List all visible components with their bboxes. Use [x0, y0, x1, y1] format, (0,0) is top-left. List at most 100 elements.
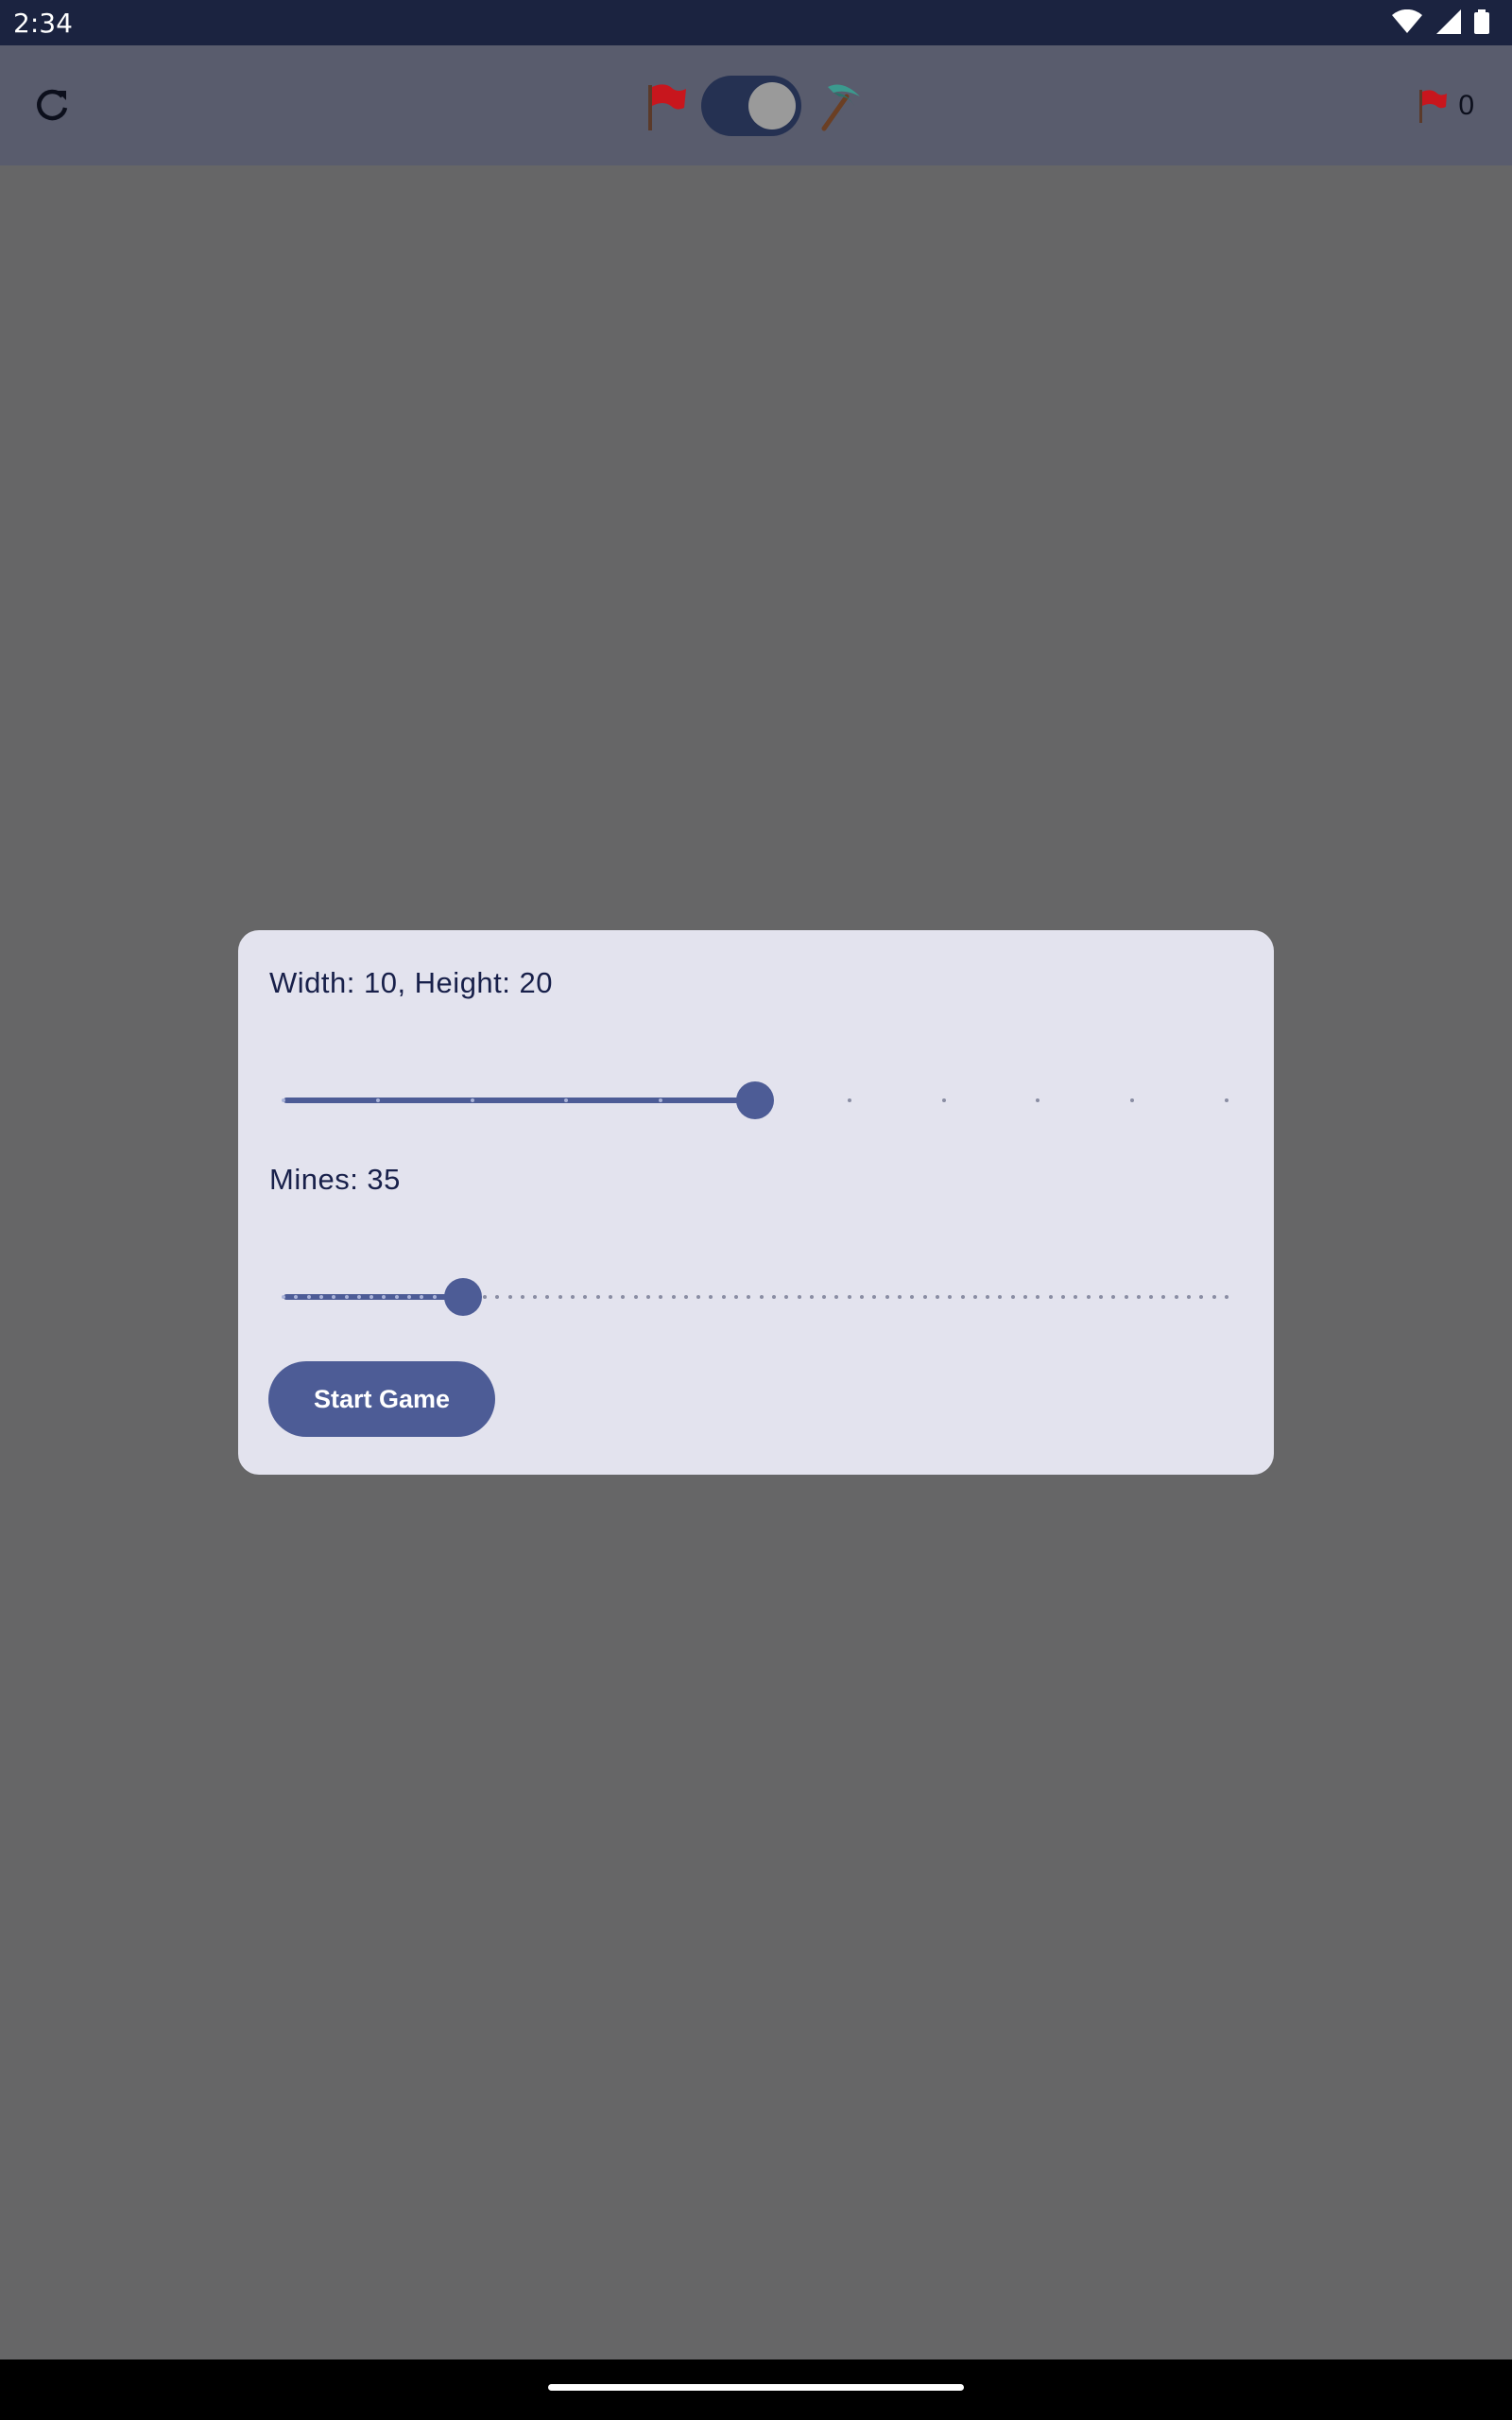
slider-tick — [671, 1295, 676, 1299]
slider-tick — [1023, 1295, 1028, 1299]
flag-count: 0 — [1458, 90, 1474, 121]
slider-tick — [369, 1295, 374, 1299]
slider-tick — [1010, 1295, 1015, 1299]
slider-tick — [1161, 1295, 1166, 1299]
slider-tick — [356, 1295, 361, 1299]
slider-tick — [683, 1295, 688, 1299]
cellular-signal-icon — [1436, 9, 1461, 34]
slider-tick — [998, 1295, 1003, 1299]
slider-tick — [910, 1295, 915, 1299]
flag-icon — [1419, 90, 1448, 123]
slider-tick — [482, 1295, 487, 1299]
slider-tick — [318, 1295, 323, 1299]
navigation-bar — [0, 2360, 1512, 2420]
slider-tick — [571, 1295, 576, 1299]
slider-tick — [432, 1295, 437, 1299]
mines-label: Mines: 35 — [269, 1163, 401, 1196]
slider-tick — [759, 1295, 764, 1299]
new-game-dialog: Width: 10, Height: 20 Mines: 35 Start Ga… — [238, 930, 1274, 1475]
slider-tick — [1098, 1295, 1103, 1299]
slider-tick — [1136, 1295, 1141, 1299]
size-slider[interactable] — [282, 1081, 1228, 1119]
slider-tick — [520, 1295, 524, 1299]
slider-tick — [595, 1295, 600, 1299]
slider-tick — [407, 1295, 412, 1299]
slider-tick — [1174, 1295, 1178, 1299]
slider-tick — [834, 1295, 839, 1299]
slider-tick — [872, 1295, 877, 1299]
slider-tick — [1225, 1295, 1228, 1299]
slider-tick — [583, 1295, 588, 1299]
slider-tick — [659, 1098, 663, 1102]
slider-tick — [696, 1295, 701, 1299]
slider-tick — [375, 1098, 380, 1102]
slider-tick — [306, 1295, 311, 1299]
battery-icon — [1474, 9, 1489, 34]
slider-tick — [1036, 1295, 1040, 1299]
slider-tick — [922, 1295, 927, 1299]
slider-tick — [847, 1295, 851, 1299]
slider-tick — [709, 1295, 713, 1299]
home-handle[interactable] — [548, 2384, 964, 2391]
slider-tick — [545, 1295, 550, 1299]
slider-tick — [1086, 1295, 1091, 1299]
mines-slider[interactable] — [282, 1278, 1228, 1316]
toggle-knob — [748, 82, 796, 130]
slider-tick — [1111, 1295, 1116, 1299]
slider-tick — [1124, 1295, 1128, 1299]
slider-tick — [948, 1295, 953, 1299]
slider-tick — [1130, 1098, 1135, 1102]
app-bar: 0 — [0, 45, 1512, 165]
slider-tick — [822, 1295, 827, 1299]
slider-tick — [972, 1295, 977, 1299]
start-game-button[interactable]: Start Game — [268, 1361, 495, 1437]
mode-toggle[interactable] — [701, 76, 801, 136]
slider-tick — [332, 1295, 336, 1299]
slider-tick — [1199, 1295, 1204, 1299]
restart-button[interactable] — [26, 79, 79, 132]
slider-thumb[interactable] — [443, 1278, 482, 1316]
slider-tick — [382, 1295, 387, 1299]
slider-tick — [495, 1295, 500, 1299]
slider-active-track — [284, 1098, 755, 1103]
slider-tick — [935, 1295, 939, 1299]
flag-counter: 0 — [1415, 87, 1474, 125]
slider-tick — [394, 1295, 399, 1299]
mode-selector — [641, 76, 864, 136]
flag-icon — [648, 84, 686, 130]
slider-tick — [507, 1295, 512, 1299]
slider-tick — [1074, 1295, 1078, 1299]
slider-tick — [1048, 1295, 1053, 1299]
slider-tick — [558, 1295, 562, 1299]
wifi-icon — [1392, 9, 1422, 33]
slider-tick — [470, 1098, 474, 1102]
slider-tick — [420, 1295, 424, 1299]
slider-tick — [784, 1295, 789, 1299]
slider-tick — [747, 1295, 751, 1299]
slider-tick — [1149, 1295, 1154, 1299]
slider-tick — [885, 1295, 889, 1299]
slider-tick — [1187, 1295, 1192, 1299]
slider-thumb[interactable] — [736, 1081, 774, 1119]
slider-tick — [960, 1295, 965, 1299]
slider-tick — [645, 1295, 650, 1299]
pickaxe-icon — [821, 84, 860, 131]
status-bar: 2:34 — [0, 0, 1512, 45]
slider-tick — [771, 1295, 776, 1299]
slider-tick — [898, 1295, 902, 1299]
slider-tick — [860, 1295, 865, 1299]
slider-tick — [941, 1098, 946, 1102]
slider-tick — [986, 1295, 990, 1299]
slider-tick — [564, 1098, 569, 1102]
status-icons — [1391, 9, 1489, 34]
slider-tick — [633, 1295, 638, 1299]
slider-tick — [294, 1295, 299, 1299]
slider-tick — [1211, 1295, 1216, 1299]
slider-tick — [721, 1295, 726, 1299]
slider-tick — [533, 1295, 538, 1299]
refresh-icon — [37, 89, 68, 121]
slider-tick — [621, 1295, 626, 1299]
slider-tick — [1225, 1098, 1228, 1102]
slider-tick — [282, 1098, 285, 1102]
slider-tick — [608, 1295, 612, 1299]
